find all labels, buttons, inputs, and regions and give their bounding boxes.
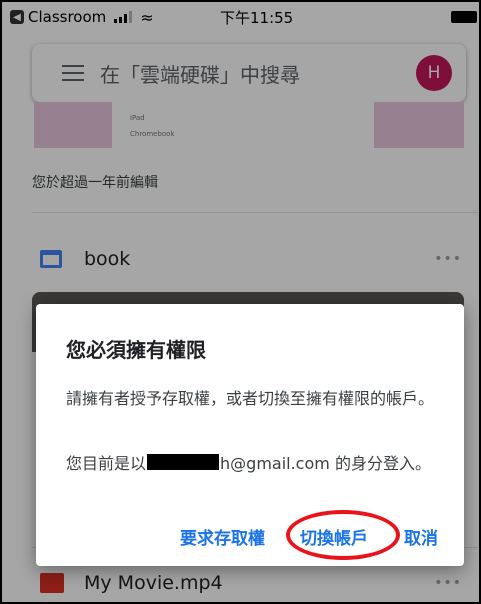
screen: ◀ Classroom ≈ 下午11:55 在「雲端硬碟」中搜尋 H iPad … (0, 0, 481, 604)
account-suffix: h@gmail.com 的身分登入。 (220, 454, 431, 473)
redaction-bar (147, 454, 220, 470)
request-access-button[interactable]: 要求存取權 (180, 524, 265, 549)
account-prefix: 您目前是以 (66, 454, 147, 473)
permission-dialog: 您必須擁有權限 請擁有者授予存取權，或者切換至擁有權限的帳戶。 您目前是以 h@… (36, 304, 464, 566)
highlight-circle (286, 510, 400, 560)
dialog-message: 請擁有者授予存取權，或者切換至擁有權限的帳戶。 (66, 389, 435, 408)
dialog-title: 您必須擁有權限 (66, 338, 206, 362)
dialog-account-info: 您目前是以 h@gmail.com 的身分登入。 (66, 450, 431, 474)
cancel-button[interactable]: 取消 (404, 524, 438, 549)
